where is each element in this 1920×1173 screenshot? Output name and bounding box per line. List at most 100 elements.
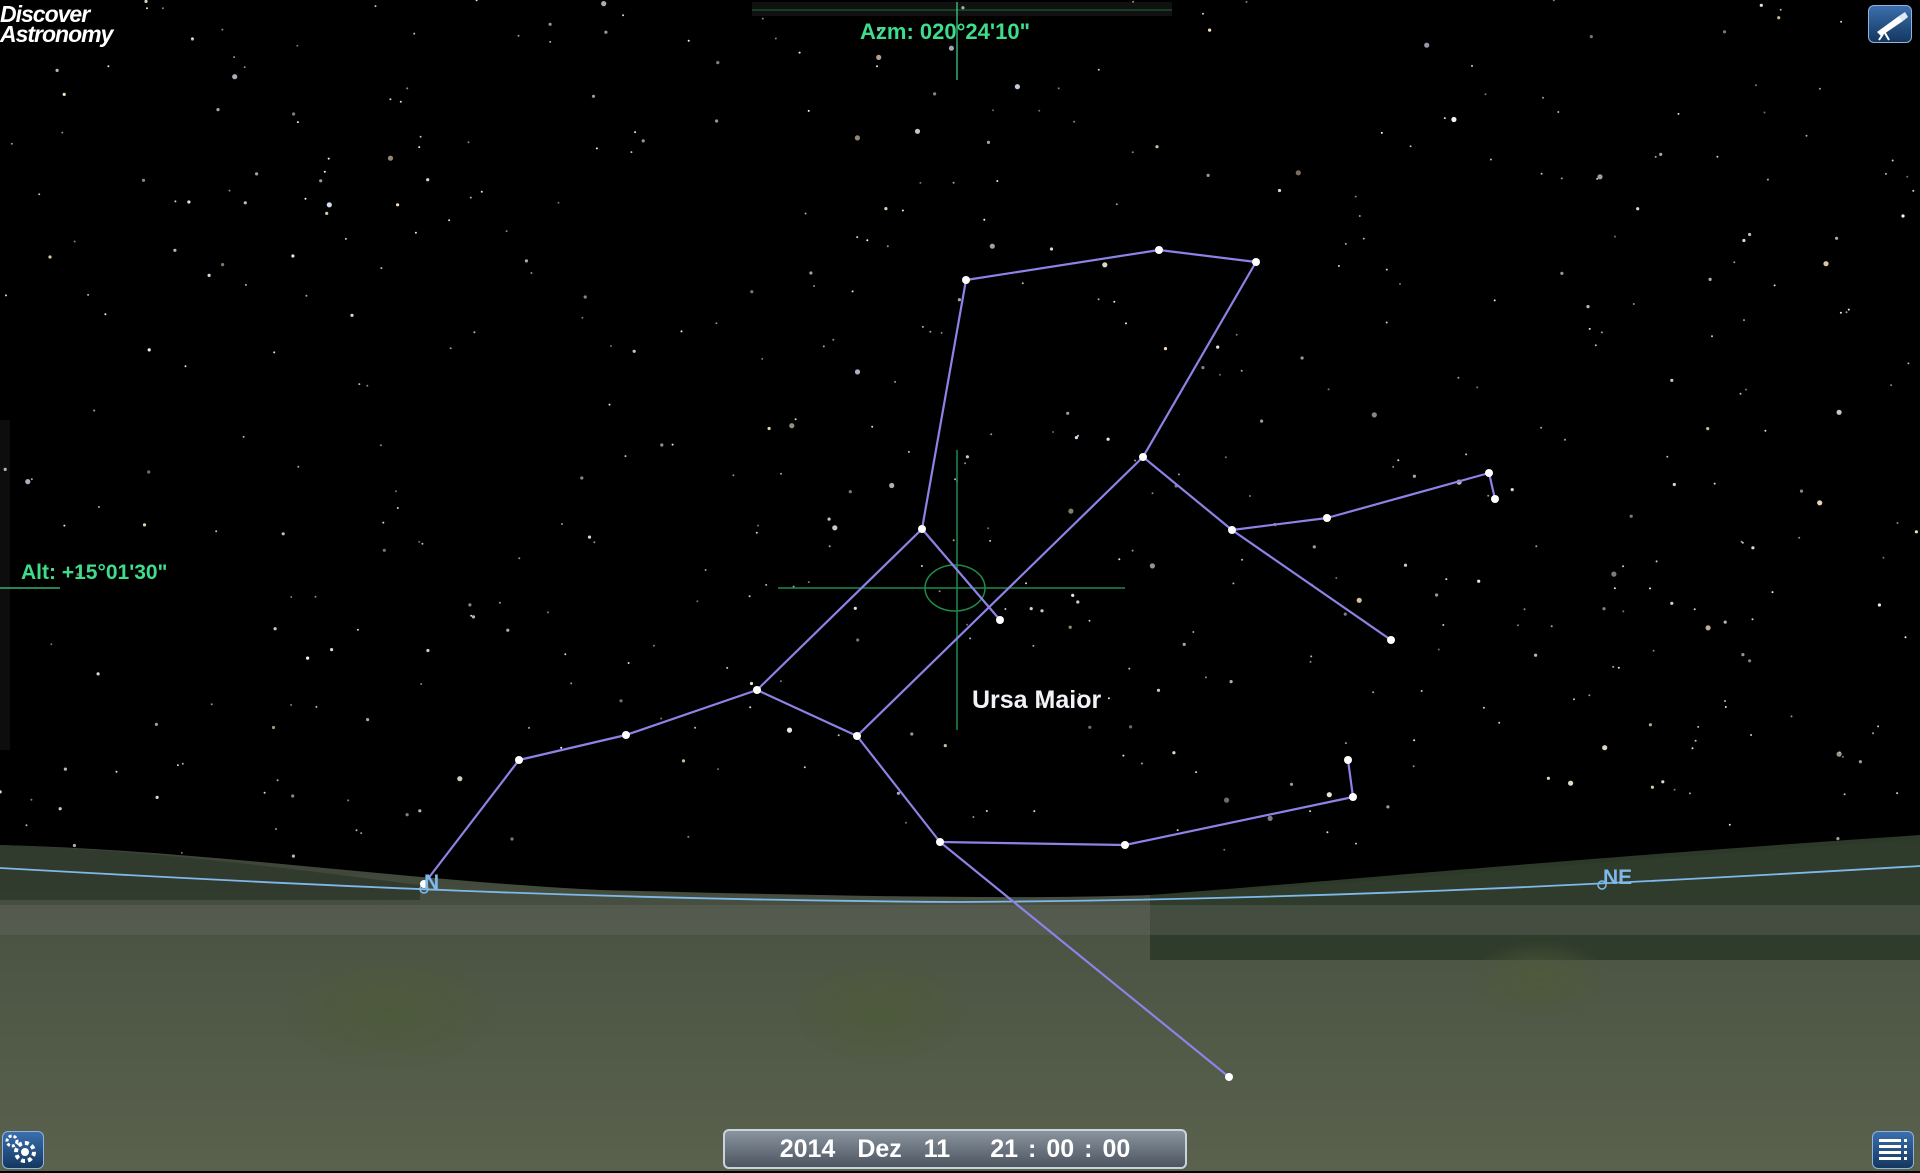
- star: [1149, 563, 1155, 569]
- star: [281, 532, 285, 536]
- star: [920, 565, 923, 567]
- star: [965, 455, 970, 459]
- star: [580, 476, 584, 480]
- star: [1568, 780, 1574, 786]
- settings-button[interactable]: [2, 1131, 44, 1169]
- star: [957, 298, 962, 302]
- constellation-star[interactable]: [936, 838, 944, 846]
- star: [726, 666, 729, 669]
- star: [622, 14, 625, 17]
- star: [399, 100, 402, 103]
- star: [901, 209, 904, 212]
- star: [748, 595, 751, 598]
- star: [548, 22, 552, 26]
- constellation-star[interactable]: [1121, 841, 1129, 849]
- constellation-star[interactable]: [996, 616, 1004, 624]
- datetime-hour[interactable]: 21: [990, 1135, 1018, 1164]
- star: [996, 180, 999, 182]
- star: [1542, 96, 1544, 99]
- star: [1751, 618, 1754, 621]
- constellation-star[interactable]: [1323, 514, 1331, 522]
- star: [355, 829, 358, 832]
- datetime-minute[interactable]: 00: [1046, 1135, 1074, 1164]
- star: [1882, 556, 1885, 559]
- star: [292, 112, 296, 116]
- star: [983, 218, 986, 221]
- star: [366, 718, 370, 722]
- star: [1066, 411, 1070, 415]
- star: [1300, 356, 1304, 360]
- star: [610, 345, 612, 347]
- star: [1235, 333, 1238, 336]
- altitude-readout: Alt: +15°01'30": [21, 561, 168, 584]
- datetime-second[interactable]: 00: [1103, 1135, 1131, 1164]
- star: [97, 506, 100, 508]
- star: [1403, 563, 1408, 567]
- sky-view[interactable]: [0, 0, 1920, 1171]
- star: [1358, 215, 1361, 217]
- star: [366, 384, 369, 387]
- star: [886, 245, 889, 248]
- constellation-star[interactable]: [918, 525, 926, 533]
- constellation-star[interactable]: [753, 686, 761, 694]
- constellation-star[interactable]: [515, 756, 523, 764]
- star: [1724, 706, 1727, 708]
- constellation-star[interactable]: [1485, 469, 1493, 477]
- star: [794, 418, 797, 421]
- constellation-star[interactable]: [1155, 246, 1163, 254]
- star: [848, 490, 852, 494]
- star: [421, 542, 424, 545]
- app-logo: Discover Astronomy: [0, 3, 113, 46]
- constellation-star[interactable]: [1228, 526, 1236, 534]
- star: [716, 61, 720, 65]
- star: [866, 239, 869, 242]
- star: [1836, 409, 1842, 415]
- datetime-year[interactable]: 2014: [780, 1135, 836, 1164]
- star: [63, 524, 66, 527]
- datetime-month[interactable]: Dez: [857, 1135, 901, 1164]
- telescope-button[interactable]: [1868, 5, 1912, 43]
- constellation-star[interactable]: [1225, 1073, 1233, 1081]
- list-button[interactable]: [1872, 1131, 1914, 1169]
- star: [807, 109, 810, 112]
- star: [1156, 688, 1161, 692]
- star: [418, 809, 422, 813]
- star: [1077, 434, 1080, 437]
- star: [1706, 427, 1710, 431]
- constellation-star[interactable]: [622, 731, 630, 739]
- star: [1764, 429, 1767, 432]
- star: [115, 770, 118, 773]
- star: [530, 272, 533, 274]
- star: [1560, 177, 1563, 180]
- star: [1557, 111, 1560, 113]
- star: [989, 539, 992, 542]
- star: [1241, 558, 1244, 561]
- star: [1836, 837, 1840, 841]
- constellation-star[interactable]: [1252, 258, 1260, 266]
- star: [1088, 725, 1092, 729]
- star: [319, 179, 323, 183]
- constellation-star[interactable]: [1491, 495, 1499, 503]
- constellation-star[interactable]: [1349, 793, 1357, 801]
- datetime-day[interactable]: 11: [924, 1135, 950, 1164]
- constellation-star[interactable]: [853, 732, 861, 740]
- constellation-star[interactable]: [1139, 453, 1147, 461]
- star: [837, 734, 840, 737]
- constellation-star[interactable]: [1344, 756, 1352, 764]
- star: [854, 369, 861, 375]
- datetime-control[interactable]: 2014 Dez 11 21 : 00 : 00: [723, 1129, 1187, 1169]
- star: [147, 348, 151, 352]
- star: [1877, 603, 1881, 607]
- star: [1385, 321, 1388, 324]
- star: [276, 779, 279, 782]
- star: [1670, 601, 1674, 605]
- star: [767, 426, 771, 431]
- star: [1705, 625, 1711, 631]
- star: [1057, 87, 1060, 90]
- constellation-label[interactable]: Ursa Maior: [972, 686, 1101, 715]
- constellation-star[interactable]: [1387, 636, 1395, 644]
- star: [1694, 739, 1697, 742]
- constellation-star[interactable]: [962, 276, 970, 284]
- star: [1004, 608, 1007, 610]
- star: [387, 155, 394, 161]
